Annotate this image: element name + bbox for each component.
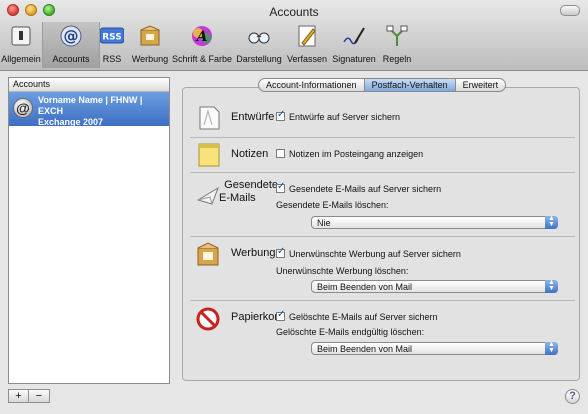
window-title: Accounts <box>269 5 319 19</box>
glasses-icon <box>247 25 271 47</box>
sent-store-on-server-checkbox[interactable]: Gesendete E-Mails auf Server sichern <box>276 181 441 194</box>
account-row[interactable]: @ Vorname Name | FHNW | EXCH Exchange 20… <box>9 92 169 127</box>
sent-delete-popup[interactable]: Nie ▲ ▼ <box>311 215 558 229</box>
drafts-store-on-server-checkbox[interactable]: Entwürfe auf Server sichern <box>276 109 400 122</box>
junk-mail-icon <box>138 25 162 47</box>
trash-delete-label: Gelöschte E-Mails endgültig löschen: <box>276 327 425 337</box>
tab-postfach-verhalten[interactable]: Postfach-Verhalten <box>364 78 456 92</box>
trash-delete-value: Beim Beenden von Mail <box>317 344 413 354</box>
checkbox-checked-icon <box>276 109 285 121</box>
toolbar-item-darstellung[interactable]: Darstellung <box>234 22 284 68</box>
updown-arrows-icon: ▲ ▼ <box>545 341 558 355</box>
checkbox-checked-icon <box>276 181 285 193</box>
toolbar-item-regeln[interactable]: Regeln <box>379 22 415 68</box>
notes-title: Notizen <box>231 148 269 160</box>
trash-forbidden-icon <box>195 306 221 332</box>
tab-account-informationen[interactable]: Account-Informationen <box>258 78 365 92</box>
checkbox-unchecked-icon <box>276 149 285 158</box>
notes-show-in-inbox-checkbox[interactable]: Notizen im Posteingang anzeigen <box>276 149 423 159</box>
section-divider <box>190 300 575 301</box>
window-titlebar: Accounts Allgemein @ Accounts RSS RSS We… <box>0 0 588 71</box>
toolbar-item-rss[interactable]: RSS RSS <box>98 22 126 68</box>
sent-delete-value: Nie <box>317 218 331 228</box>
toolbar-toggle-button[interactable] <box>560 5 580 16</box>
junk-delete-popup[interactable]: Beim Beenden von Mail ▲ ▼ <box>311 279 558 293</box>
checkbox-checked-icon <box>276 246 285 258</box>
tab-erweitert[interactable]: Erweitert <box>455 78 507 92</box>
checkbox-checked-icon <box>276 309 285 321</box>
accounts-list-header: Accounts <box>9 78 169 92</box>
junk-store-on-server-checkbox[interactable]: Unerwünschte Werbung auf Server sichern <box>276 246 461 259</box>
toolbar-item-accounts[interactable]: @ Accounts <box>42 22 100 68</box>
section-divider <box>190 236 575 237</box>
toolbar-item-werbung[interactable]: Werbung <box>128 22 172 68</box>
junk-title: Werbung <box>231 247 276 259</box>
section-divider <box>190 172 575 173</box>
updown-arrows-icon: ▲ ▼ <box>545 279 558 293</box>
switch-icon <box>9 25 33 47</box>
toolbar-item-allgemein[interactable]: Allgemein <box>0 22 42 68</box>
trash-store-on-server-checkbox[interactable]: Gelöschte E-Mails auf Server sichern <box>276 309 438 322</box>
svg-text:RSS: RSS <box>102 33 122 43</box>
remove-account-button[interactable]: − <box>29 389 50 403</box>
drafts-icon <box>196 105 222 131</box>
add-account-button[interactable]: + <box>8 389 29 403</box>
sent-title: Gesendete <box>224 179 278 191</box>
toolbar-item-schrift-farbe[interactable]: A Schrift & Farbe <box>172 22 232 68</box>
settings-tabs: Account-Informationen Postfach-Verhalten… <box>258 78 507 92</box>
rss-icon: RSS <box>99 25 125 47</box>
preferences-toolbar: Allgemein @ Accounts RSS RSS Werbung A S… <box>0 22 588 68</box>
accounts-list: Accounts @ Vorname Name | FHNW | EXCH Ex… <box>8 77 170 384</box>
toolbar-item-signaturen[interactable]: Signaturen <box>329 22 379 68</box>
account-add-remove: + − <box>8 389 52 403</box>
junk-mail-icon <box>195 241 221 267</box>
sent-title-line2: E-Mails <box>219 192 256 204</box>
notes-icon <box>196 142 222 168</box>
toolbar-item-verfassen[interactable]: Verfassen <box>285 22 329 68</box>
drafts-title: Entwürfe <box>231 111 275 123</box>
account-name: Vorname Name | FHNW | EXCH <box>38 95 143 116</box>
junk-delete-label: Unerwünschte Werbung löschen: <box>276 266 409 276</box>
account-type: Exchange 2007 <box>38 117 104 127</box>
rules-icon <box>385 25 409 47</box>
at-sign-icon: @ <box>59 25 83 47</box>
compose-pencil-icon <box>295 25 319 47</box>
sent-delete-label: Gesendete E-Mails löschen: <box>276 200 389 210</box>
svg-text:A: A <box>195 29 208 45</box>
signature-pen-icon <box>342 25 366 47</box>
svg-text:@: @ <box>64 27 79 45</box>
at-sign-icon: @ <box>13 98 33 118</box>
updown-arrows-icon: ▲ ▼ <box>545 215 558 229</box>
junk-delete-value: Beim Beenden von Mail <box>317 282 413 292</box>
section-divider <box>190 137 575 138</box>
trash-delete-popup[interactable]: Beim Beenden von Mail ▲ ▼ <box>311 341 558 355</box>
help-button[interactable]: ? <box>565 389 580 404</box>
font-color-icon: A <box>190 25 214 47</box>
